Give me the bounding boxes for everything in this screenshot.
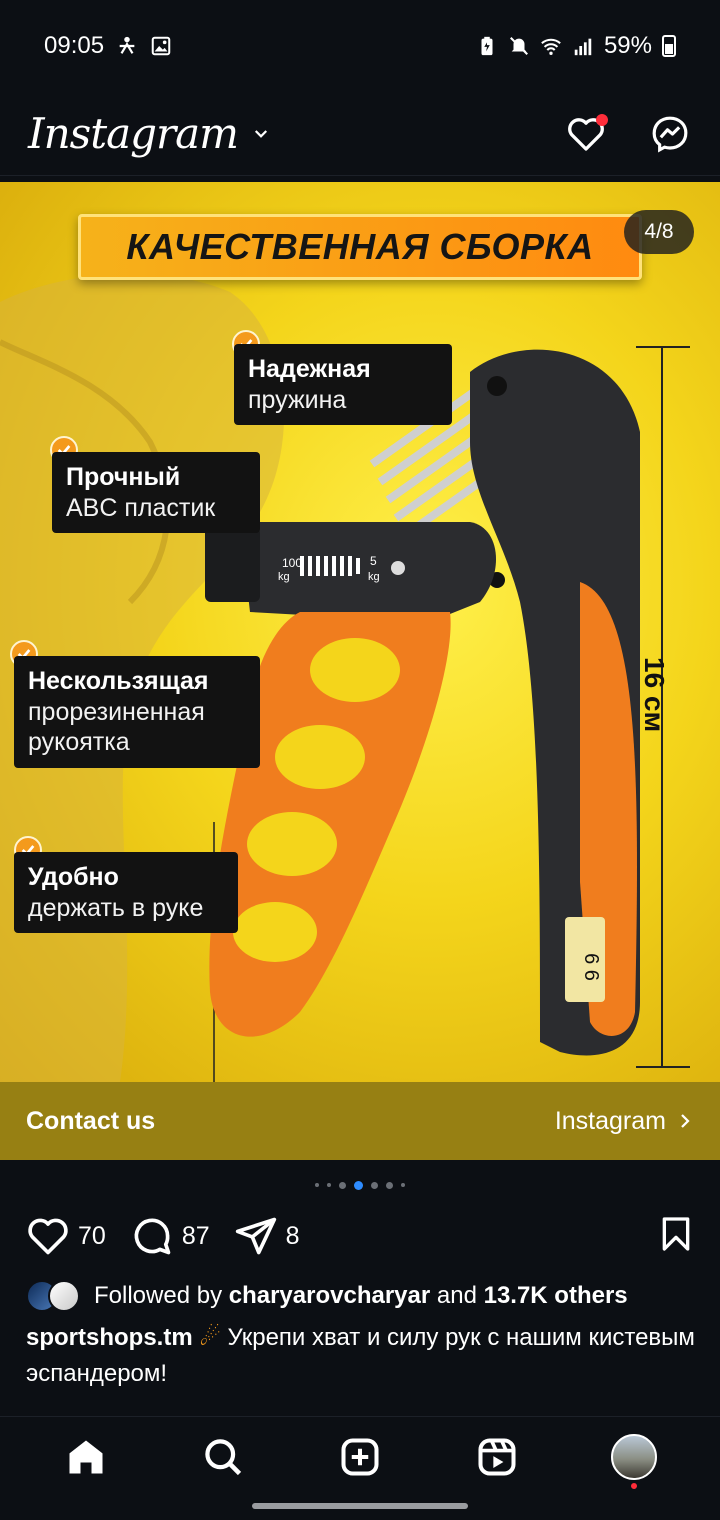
feature-subtitle: держать в руке: [28, 893, 204, 922]
scale-left-label: 100: [282, 556, 302, 570]
feature-plastic: Прочный ABC пластик: [52, 452, 260, 533]
home-indicator[interactable]: [252, 1503, 468, 1509]
followed-others[interactable]: 13.7K others: [484, 1282, 628, 1309]
carousel-dot-active: [354, 1180, 363, 1190]
feature-subtitle: прорезиненная рукоятка: [28, 697, 205, 757]
battery-icon: [662, 35, 676, 57]
share-count: 8: [285, 1221, 300, 1250]
svg-text:5: 5: [370, 554, 377, 568]
contact-us-label[interactable]: Contact us: [26, 1107, 155, 1136]
caption-emoji: ☄: [199, 1324, 221, 1351]
home-icon: [69, 1440, 103, 1474]
carousel-dot: [386, 1181, 393, 1189]
caption-author[interactable]: sportshops.tm: [26, 1324, 193, 1351]
status-time: 09:05: [44, 32, 105, 59]
accessibility-icon: [119, 36, 135, 54]
instagram-link[interactable]: Instagram: [555, 1107, 694, 1136]
carousel-dot: [371, 1181, 378, 1189]
notification-dot: [630, 1483, 637, 1489]
feature-title: Прочный: [66, 463, 181, 491]
nav-search[interactable]: [197, 1431, 249, 1483]
carousel-dot: [315, 1183, 319, 1187]
share-button[interactable]: 8: [234, 1214, 300, 1258]
svg-text:6 6: 6 6: [580, 953, 602, 981]
save-button[interactable]: [656, 1214, 696, 1259]
headline-text: КАЧЕСТВЕННАЯ СБОРКА: [126, 226, 594, 267]
post-image[interactable]: 6 6 100 kg 5 kg КАЧЕСТВЕННАЯ СБОРКА 4/8 …: [0, 182, 720, 1082]
dimension-label: 16 см: [639, 657, 670, 733]
comment-count: 87: [181, 1221, 210, 1250]
followed-by[interactable]: Followed by charyarovcharyar and 13.7K o…: [26, 1276, 706, 1316]
battery-percent: 59%: [603, 32, 652, 59]
followed-prefix: Followed by: [94, 1282, 223, 1309]
post-actions: 70 87 8: [26, 1212, 696, 1260]
avatar: [48, 1280, 80, 1312]
search-icon: [205, 1439, 242, 1476]
create-icon: [341, 1438, 379, 1476]
like-button[interactable]: 70: [26, 1214, 106, 1258]
svg-text:kg: kg: [368, 571, 380, 583]
profile-avatar: [610, 1434, 657, 1480]
app-header: Instagram: [0, 92, 720, 176]
feature-title: Удобно: [28, 863, 119, 891]
nav-reels[interactable]: [471, 1431, 523, 1483]
nav-create[interactable]: [334, 1431, 386, 1483]
mute-icon: [509, 37, 528, 55]
followed-and: and: [436, 1282, 477, 1309]
carousel-dot: [327, 1183, 331, 1187]
feature-spring: Надежная пружина: [234, 344, 452, 425]
send-icon: [235, 1217, 276, 1255]
chevron-right-icon: [681, 1114, 690, 1128]
gallery-icon: [151, 36, 171, 56]
carousel-counter: 4/8: [624, 210, 694, 254]
carousel-dot: [339, 1181, 346, 1189]
follower-avatars: [26, 1280, 80, 1312]
chevron-down-icon[interactable]: [252, 125, 270, 143]
nav-home[interactable]: [60, 1431, 112, 1483]
status-bar: 09:05 59%: [0, 0, 720, 92]
messenger-button[interactable]: [648, 112, 692, 156]
comment-icon: [134, 1218, 171, 1255]
feature-subtitle: ABC пластик: [66, 493, 216, 522]
instagram-link-label: Instagram: [554, 1106, 666, 1135]
instagram-logo[interactable]: Instagram: [28, 109, 239, 158]
heart-icon: [28, 1218, 68, 1255]
feature-title: Нескользящая: [28, 667, 209, 695]
like-count: 70: [78, 1221, 106, 1250]
feature-grip: Нескользящая прорезиненная рукоятка: [14, 656, 260, 768]
signal-icon: [574, 38, 592, 56]
nav-profile[interactable]: [608, 1431, 660, 1489]
feature-title: Надежная: [248, 355, 371, 383]
headline-banner: КАЧЕСТВЕННАЯ СБОРКА: [78, 214, 642, 280]
svg-text:kg: kg: [278, 571, 290, 583]
contact-bar[interactable]: Contact us Instagram: [0, 1082, 720, 1160]
wifi-icon: [541, 38, 561, 55]
follower-username[interactable]: charyarovcharyar: [229, 1282, 430, 1309]
reels-icon: [478, 1438, 516, 1476]
notification-dot: [596, 113, 608, 126]
hand-gripper-illustration: 6 6 100 kg 5 kg: [205, 346, 690, 1082]
comment-button[interactable]: 87: [130, 1214, 210, 1258]
bookmark-icon: [662, 1216, 690, 1251]
battery-saver-icon: [481, 36, 493, 56]
carousel-dots: [0, 1176, 720, 1194]
feature-subtitle: пружина: [248, 385, 347, 414]
carousel-dot: [401, 1183, 405, 1187]
messenger-icon: [652, 116, 688, 153]
post-caption[interactable]: sportshops.tm ☄ Укрепи хват и силу рук с…: [26, 1320, 706, 1392]
feature-comfort: Удобно держать в руке: [14, 852, 238, 933]
notifications-button[interactable]: [564, 112, 608, 156]
